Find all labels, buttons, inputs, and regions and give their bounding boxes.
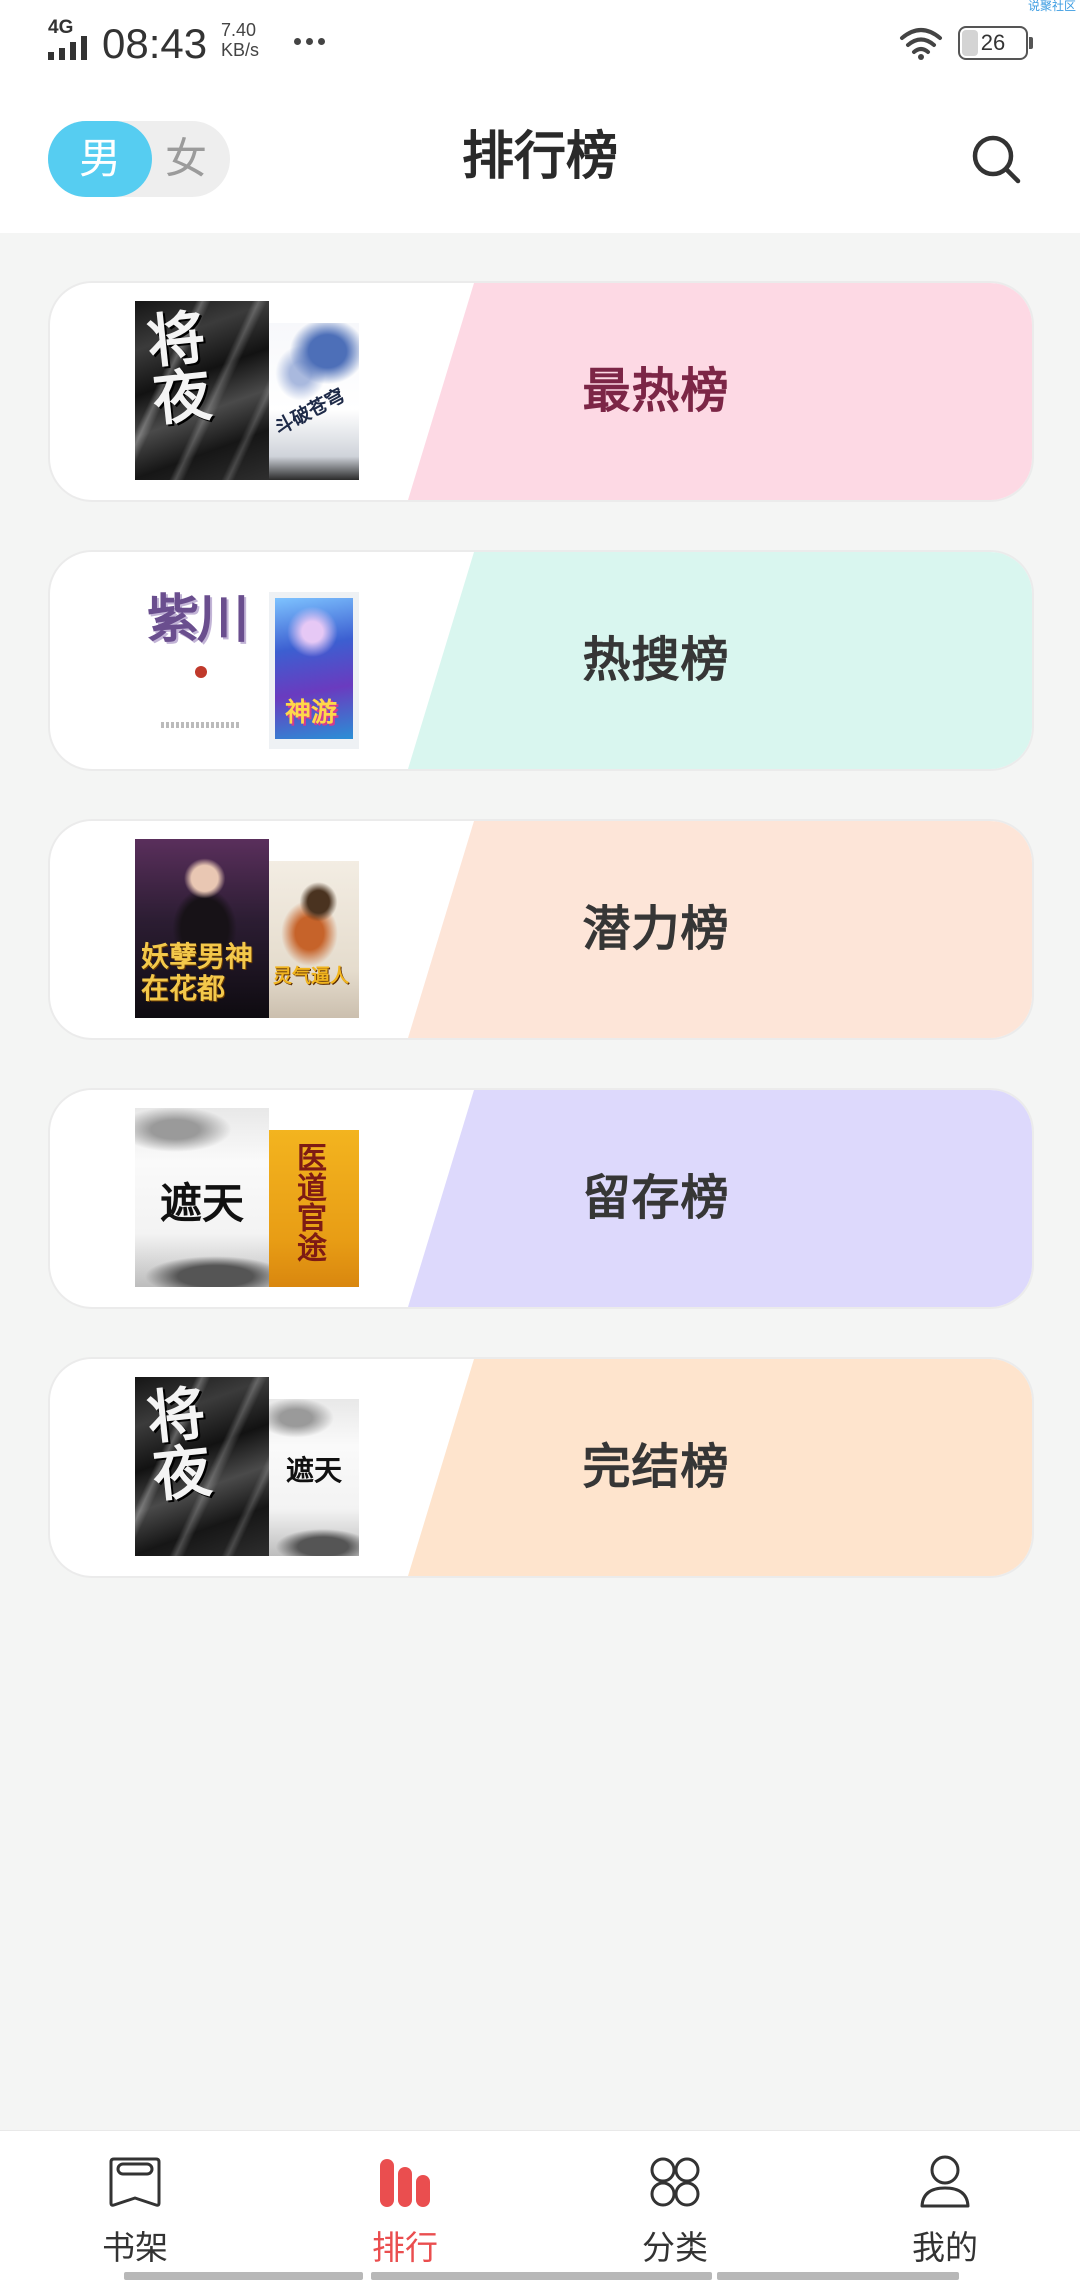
book-cover-title: 神游 (285, 698, 338, 728)
wifi-icon (900, 28, 942, 60)
book-cover-title: 妖孽男神在花都 (141, 940, 254, 1005)
more-dots-icon (294, 38, 330, 46)
book-cover-title: 遮天 (285, 1454, 342, 1487)
book-cover-title: 紫川 (147, 589, 249, 650)
ranking-list: 将夜 斗破苍穹 最热榜 紫川 神游 热搜榜 妖孽男神在花都 灵气逼人 潜力榜 遮… (48, 233, 1034, 1578)
ranking-card-label: 留存榜 (582, 1170, 730, 1226)
ranking-card-completed[interactable]: 将夜 遮天 完结榜 (48, 1357, 1034, 1578)
nav-label: 书架 (102, 2228, 168, 2267)
battery-icon: 26 (958, 26, 1034, 60)
network-speed: 7.40 KB/s (221, 20, 259, 60)
nav-item-ranking[interactable]: 排行 (270, 2131, 540, 2280)
watermark: 说聚社区 (1028, 0, 1077, 13)
nav-item-bookshelf[interactable]: 书架 (0, 2131, 270, 2280)
book-cover-title: 灵气逼人 (273, 965, 350, 987)
book-cover-title: 将夜 (135, 305, 214, 429)
ranking-card-hot-search[interactable]: 紫川 神游 热搜榜 (48, 550, 1034, 771)
book-cover: 紫川 (135, 570, 269, 749)
ranking-card-retention[interactable]: 遮天 医道官途 留存榜 (48, 1088, 1034, 1309)
ranking-card-potential[interactable]: 妖孽男神在花都 灵气逼人 潜力榜 (48, 819, 1034, 1040)
book-cover: 神游 (269, 592, 359, 749)
book-cover: 将夜 (135, 301, 269, 480)
status-bar: 4G 08:43 7.40 KB/s 26 说聚社区 (0, 0, 1080, 87)
book-cover: 灵气逼人 (269, 861, 359, 1018)
search-icon (972, 135, 1021, 184)
header: 男 女 排行榜 (0, 87, 1080, 233)
ranking-bars-icon (380, 2159, 430, 2207)
nav-item-profile[interactable]: 我的 (810, 2131, 1080, 2280)
battery-percent: 26 (980, 30, 1006, 55)
ranking-screen: 4G 08:43 7.40 KB/s 26 说聚社区 男 女 排行榜 将夜 斗破… (0, 0, 1080, 2280)
ranking-card-label: 最热榜 (582, 363, 730, 419)
nav-item-category[interactable]: 分类 (540, 2131, 810, 2280)
book-cover: 遮天 (269, 1399, 359, 1556)
book-cover: 斗破苍穹 (269, 323, 359, 480)
network-speed-unit: KB/s (221, 40, 260, 60)
nav-label: 分类 (642, 2228, 708, 2267)
profile-icon (920, 2155, 970, 2208)
bottom-nav: 书架 排行 分类 我的 (0, 2130, 1080, 2280)
book-cover-title: 斗破苍穹 (270, 384, 349, 440)
page-title: 排行榜 (461, 127, 618, 187)
bookshelf-icon (109, 2157, 161, 2207)
search-button[interactable] (968, 131, 1026, 189)
book-cover: 遮天 (135, 1108, 269, 1287)
category-grid-icon (650, 2157, 700, 2207)
gesture-bar (0, 2272, 1080, 2280)
ranking-card-label: 热搜榜 (582, 632, 730, 688)
book-cover-title: 遮天 (159, 1179, 244, 1228)
book-cover: 妖孽男神在花都 (135, 839, 269, 1018)
clock: 08:43 (102, 20, 208, 67)
cellular-signal-icon (48, 36, 87, 60)
book-cover: 医道官途 (269, 1130, 359, 1287)
ranking-card-hottest[interactable]: 将夜 斗破苍穹 最热榜 (48, 281, 1034, 502)
book-cover: 将夜 (135, 1377, 269, 1556)
book-cover-title: 医道官途 (291, 1142, 326, 1262)
ranking-card-label: 完结榜 (582, 1439, 730, 1495)
nav-label: 我的 (912, 2228, 978, 2267)
book-cover-title: 将夜 (135, 1381, 214, 1505)
ranking-card-label: 潜力榜 (582, 901, 730, 957)
network-speed-value: 7.40 (221, 20, 257, 40)
nav-label: 排行 (372, 2228, 438, 2267)
